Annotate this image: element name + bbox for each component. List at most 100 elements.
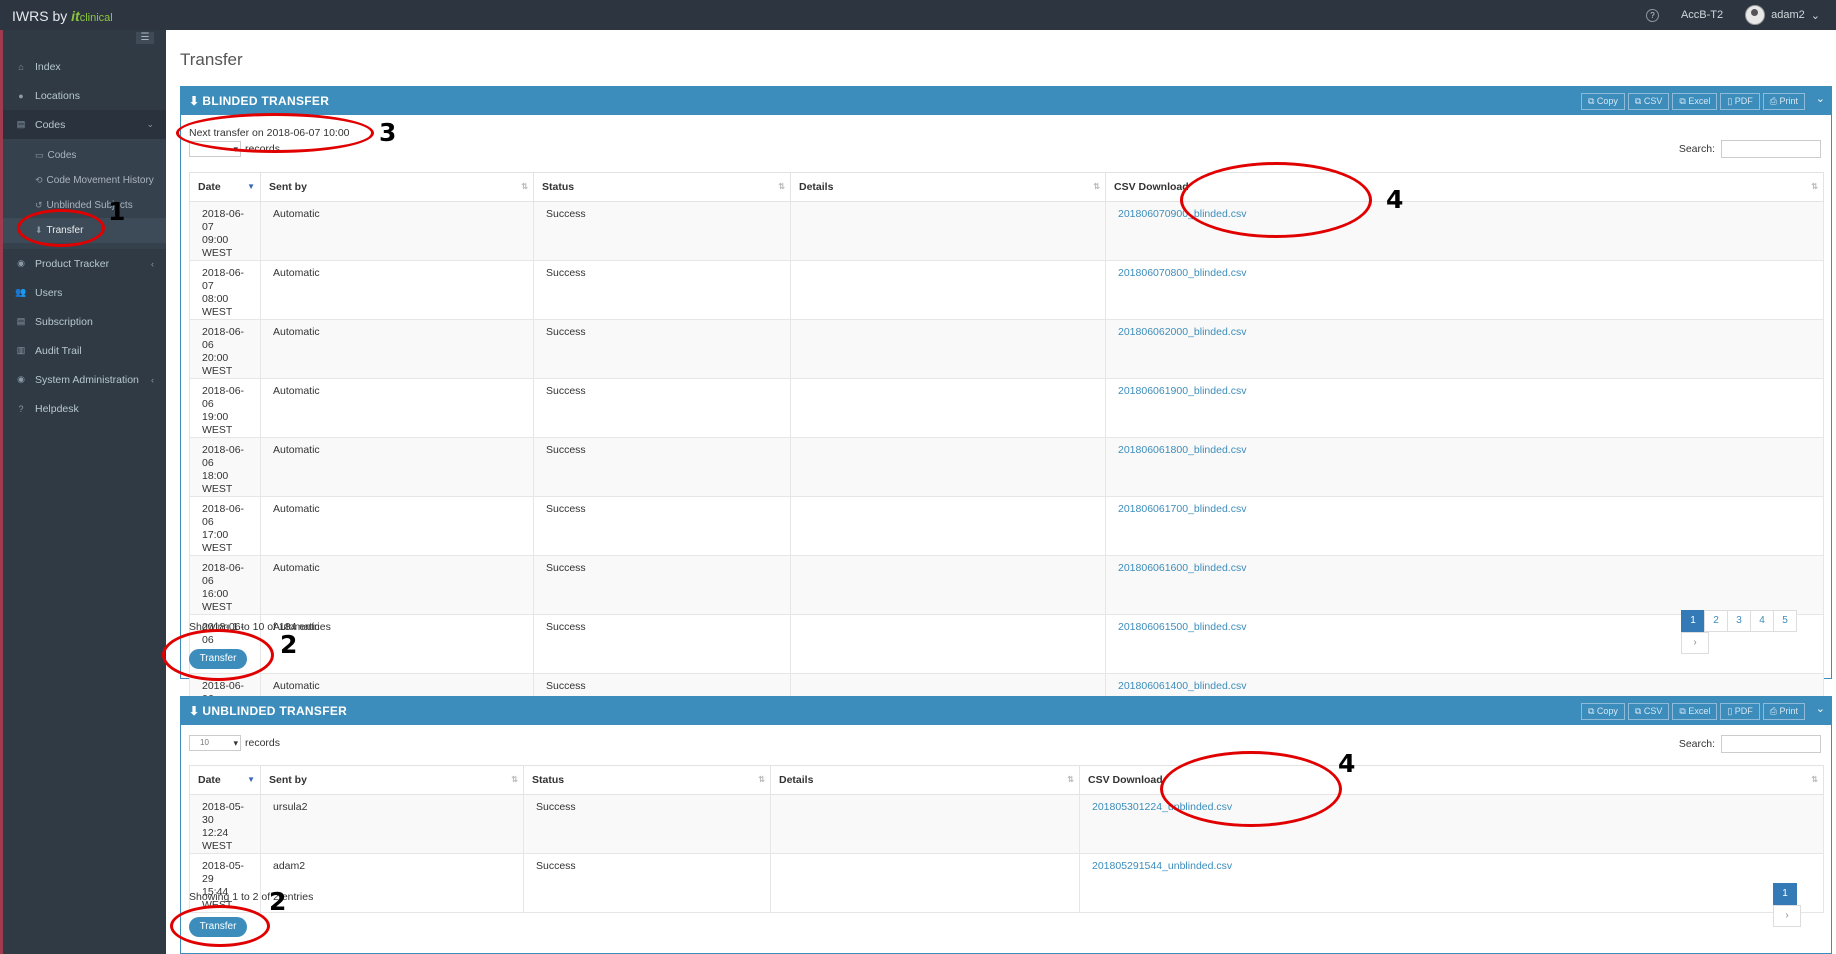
header-label: Date — [198, 774, 221, 786]
sidebar-item-helpdesk[interactable]: ? Helpdesk — [3, 394, 166, 423]
pagination-next-button[interactable]: › — [1773, 905, 1801, 927]
cell-sent-by: Automatic — [260, 260, 534, 320]
pagination-next-button[interactable]: › — [1681, 632, 1709, 654]
column-header-date[interactable]: Date ▼ — [189, 172, 261, 202]
sidebar-subitem-label: Codes — [47, 150, 77, 161]
table-row: 2018-06-06 16:00 WEST Automatic Success 2018… — [189, 555, 1824, 615]
cell-details — [770, 853, 1080, 913]
sidebar-item-audit-trail[interactable]: ▥ Audit Trail — [3, 336, 166, 365]
csv-download-link[interactable]: 201806062000_blinded.csv — [1118, 326, 1246, 338]
csv-download-link[interactable]: 201806070800_blinded.csv — [1118, 267, 1246, 279]
pagination-page-1[interactable]: 1 — [1773, 883, 1797, 905]
cell-sent-by: Automatic — [260, 378, 534, 438]
sort-icon: ⇅ — [521, 182, 528, 191]
csv-download-link[interactable]: 201806061900_blinded.csv — [1118, 385, 1246, 397]
tool-label: Copy — [1596, 96, 1618, 106]
pdf-button[interactable]: ▯ PDF — [1720, 93, 1760, 110]
marker-icon: ◉ — [17, 374, 25, 384]
records-length-select[interactable]: 10 — [189, 735, 241, 751]
search-control: Search: — [1679, 140, 1821, 158]
pagination-page-2[interactable]: 2 — [1704, 610, 1728, 632]
cell-date: 2018-06-07 09:00 WEST — [189, 201, 261, 261]
list-icon: ▤ — [16, 316, 26, 326]
csv-download-link[interactable]: 201806061800_blinded.csv — [1118, 444, 1246, 456]
cell-sent-by: Automatic — [260, 319, 534, 379]
table-row: 2018-06-06 20:00 WEST Automatic Success 2018… — [189, 319, 1824, 379]
study-selector[interactable]: AccB-T2 — [1681, 9, 1723, 21]
cell-date-time: 18:00 WEST — [202, 470, 233, 495]
sidebar-item-index[interactable]: ⌂ Index — [3, 52, 166, 81]
sidebar-item-label: System Administration — [35, 373, 139, 386]
cell-date-time: 19:00 WEST — [202, 411, 233, 436]
column-header-sent-by[interactable]: Sent by ⇅ — [260, 172, 534, 202]
sidebar-item-product-tracker[interactable]: ◉ Product Tracker ‹ — [3, 249, 166, 278]
sidebar-item-codes[interactable]: ▤ Codes ⌄ — [3, 110, 166, 139]
sidebar-toggle-icon[interactable]: ☰ — [136, 32, 154, 44]
print-button[interactable]: ⎙ Print — [1762, 703, 1805, 720]
cell-date-day: 2018-06-06 — [202, 444, 245, 469]
brand-it: it — [71, 8, 80, 24]
table-row: 2018-06-07 09:00 WEST Automatic Success 2018… — [189, 201, 1824, 261]
box-header: ⬇ UNBLINDED TRANSFER ⧉ Copy ⧉ CSV ⧉ Excel… — [181, 697, 1831, 725]
list-icon: ▤ — [16, 119, 26, 129]
cell-sent-by: ursula2 — [260, 794, 524, 854]
search-label: Search: — [1678, 738, 1715, 750]
cell-date-time: 16:00 WEST — [202, 588, 233, 613]
cell-sent-by: Automatic — [260, 201, 534, 261]
sidebar-item-users[interactable]: 👥 Users — [3, 278, 166, 307]
csv-button[interactable]: ⧉ CSV — [1627, 93, 1670, 110]
chevron-down-icon[interactable]: ⌄ — [1816, 702, 1825, 715]
excel-button[interactable]: ⧉ Excel — [1672, 93, 1718, 110]
marker-icon: ◉ — [17, 258, 25, 268]
column-header-details[interactable]: Details ⇅ — [790, 172, 1106, 202]
table-info: Showing 1 to 2 of 2 entries — [189, 891, 314, 903]
copy-button[interactable]: ⧉ Copy — [1580, 703, 1625, 720]
csv-download-link[interactable]: 201805291544_unblinded.csv — [1092, 860, 1232, 872]
cell-sent-by: Automatic — [260, 496, 534, 556]
sidebar-item-system-administration[interactable]: ◉ System Administration ‹ — [3, 365, 166, 394]
copy-button[interactable]: ⧉ Copy — [1580, 93, 1625, 110]
cell-date: 2018-06-07 08:00 WEST — [189, 260, 261, 320]
pdf-button[interactable]: ▯ PDF — [1720, 703, 1760, 720]
csv-download-link[interactable]: 201806061400_blinded.csv — [1118, 680, 1246, 692]
header-label: Sent by — [269, 181, 307, 193]
cell-date: 2018-05-30 12:24 WEST — [189, 794, 261, 854]
unblinded-table-body: 2018-05-30 12:24 WEST ursula2 Success 201805… — [189, 794, 1824, 913]
chevron-down-icon[interactable]: ⌄ — [1816, 92, 1825, 105]
cell-date: 2018-05-29 15:44 WEST — [189, 853, 261, 913]
cell-details — [790, 260, 1106, 320]
pagination-page-4[interactable]: 4 — [1750, 610, 1774, 632]
table-header-row: Date ▼ Sent by ⇅ Status ⇅ Details ⇅ CSV Down… — [189, 765, 1824, 795]
csv-download-link[interactable]: 201806061700_blinded.csv — [1118, 503, 1246, 515]
search-input[interactable] — [1721, 140, 1821, 158]
users-icon: 👥 — [15, 287, 27, 297]
sidebar-item-subscription[interactable]: ▤ Subscription — [3, 307, 166, 336]
sidebar-item-locations[interactable]: ● Locations — [3, 81, 166, 110]
excel-button[interactable]: ⧉ Excel — [1672, 703, 1718, 720]
sort-icon: ⇅ — [778, 182, 785, 191]
pagination-page-3[interactable]: 3 — [1727, 610, 1751, 632]
column-header-status[interactable]: Status ⇅ — [523, 765, 771, 795]
print-button[interactable]: ⎙ Print — [1762, 93, 1805, 110]
cell-status: Success — [533, 201, 791, 261]
export-toolbar: ⧉ Copy ⧉ CSV ⧉ Excel ▯ PDF ⎙ Print — [1580, 703, 1805, 720]
sidebar-subitem-codes[interactable]: ▭ Codes — [3, 143, 166, 168]
brand-logo[interactable]: IWRS by itclinical — [12, 8, 113, 24]
sidebar-subitem-code-movement-history[interactable]: ⟲ Code Movement History — [3, 168, 166, 193]
column-header-sent-by[interactable]: Sent by ⇅ — [260, 765, 524, 795]
column-header-details[interactable]: Details ⇅ — [770, 765, 1080, 795]
cell-date-time: 12:24 WEST — [202, 827, 233, 852]
pagination-page-1[interactable]: 1 — [1681, 610, 1705, 632]
pagination-page-5[interactable]: 5 — [1773, 610, 1797, 632]
csv-button[interactable]: ⧉ CSV — [1627, 703, 1670, 720]
export-toolbar: ⧉ Copy ⧉ CSV ⧉ Excel ▯ PDF ⎙ Print — [1580, 93, 1805, 110]
user-menu[interactable]: adam2 ⌄ — [1745, 5, 1820, 25]
cell-date-time: 20:00 WEST — [202, 352, 233, 377]
csv-download-link[interactable]: 201806061500_blinded.csv — [1118, 621, 1246, 633]
column-header-status[interactable]: Status ⇅ — [533, 172, 791, 202]
column-header-date[interactable]: Date ▼ — [189, 765, 261, 795]
csv-download-link[interactable]: 201806061600_blinded.csv — [1118, 562, 1246, 574]
help-icon[interactable]: ? — [1645, 8, 1659, 22]
search-input[interactable] — [1721, 735, 1821, 753]
brand-prefix: IWRS by — [12, 8, 72, 24]
